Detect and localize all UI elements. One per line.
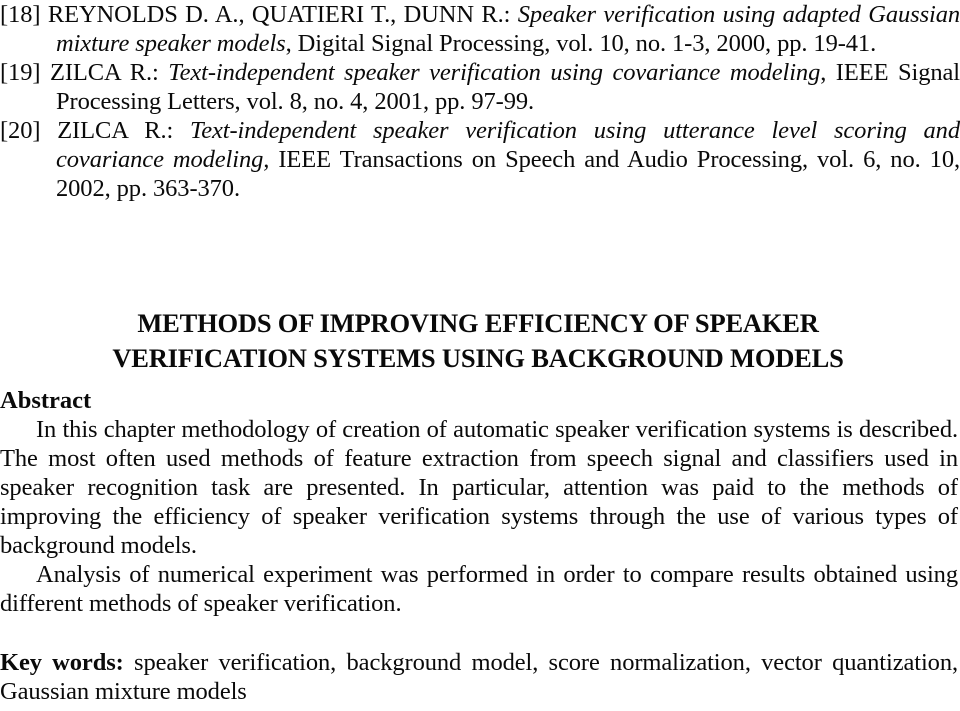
abstract-paragraph-2: Analysis of numerical experiment was per… xyxy=(0,561,958,617)
document-page: [18] REYNOLDS D. A., QUATIERI T., DUNN R… xyxy=(0,0,960,711)
reference-source-18: , Digital Signal Processing, vol. 10, no… xyxy=(285,30,877,57)
abstract-section: Abstract In this chapter methodology of … xyxy=(0,386,958,618)
page-title: METHODS OF IMPROVING EFFICIENCY OF SPEAK… xyxy=(0,306,956,376)
reference-title-19: Text-independent speaker verification us… xyxy=(168,59,821,86)
reference-authors-18 xyxy=(40,1,47,28)
keywords-list: speaker verification, background model, … xyxy=(0,649,958,705)
page-title-line-2: VERIFICATION SYSTEMS USING BACKGROUND MO… xyxy=(112,342,844,373)
abstract-heading: Abstract xyxy=(0,387,92,414)
page-title-line-1: METHODS OF IMPROVING EFFICIENCY OF SPEAK… xyxy=(137,307,819,338)
references-list: [18] REYNOLDS D. A., QUATIERI T., DUNN R… xyxy=(0,0,960,203)
reference-entry-19: [19] ZILCA R.: Text-independent speaker … xyxy=(0,58,960,116)
reference-number-18: [18] xyxy=(0,1,41,28)
reference-entry-18: [18] REYNOLDS D. A., QUATIERI T., DUNN R… xyxy=(0,0,960,58)
reference-authors-19-text: ZILCA R.: xyxy=(49,59,159,86)
reference-number-20: [20] xyxy=(0,117,41,144)
reference-authors-18-text: REYNOLDS D. A., QUATIERI T., DUNN R.: xyxy=(47,1,511,28)
keywords-label: Key words: xyxy=(0,649,124,676)
reference-entry-20: [20] ZILCA R.: Text-independent speaker … xyxy=(0,116,960,203)
abstract-paragraph-1: In this chapter methodology of creation … xyxy=(0,416,958,559)
reference-authors-20-text: ZILCA R.: xyxy=(57,117,174,144)
reference-number-19: [19] xyxy=(0,59,41,86)
keywords-section: Key words: speaker verification, backgro… xyxy=(0,648,958,706)
